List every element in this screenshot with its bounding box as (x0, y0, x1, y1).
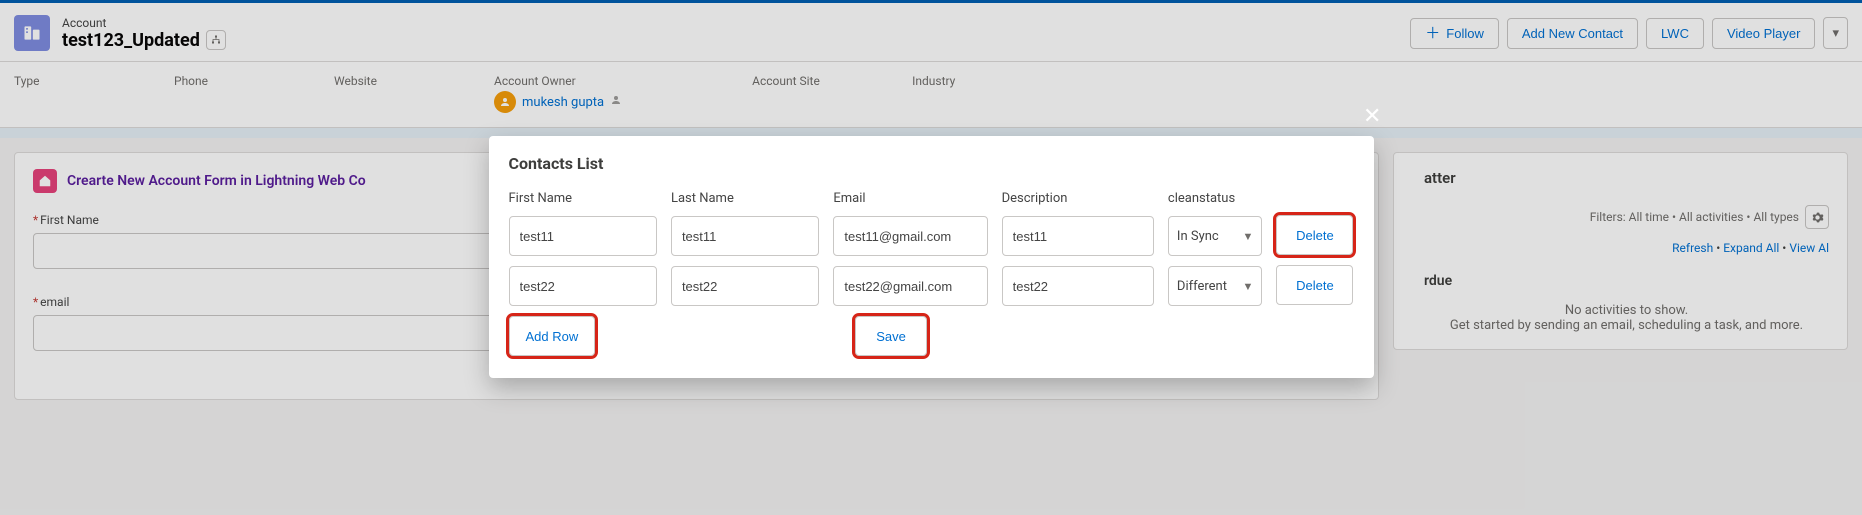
email-row0[interactable] (833, 216, 987, 256)
modal-title: Contacts List (509, 154, 1354, 173)
chevron-down-icon: ▼ (1242, 280, 1253, 293)
last-name-row1[interactable] (671, 266, 819, 306)
delete-row0-button[interactable]: Delete (1276, 215, 1353, 255)
cleanstatus-row1[interactable]: Different▼ (1168, 266, 1262, 306)
last-name-row0[interactable] (671, 216, 819, 256)
close-icon[interactable]: ✕ (1363, 104, 1381, 129)
description-row0[interactable] (1002, 216, 1154, 256)
delete-row1-button[interactable]: Delete (1276, 265, 1353, 305)
col-last-name: Last Name (671, 191, 819, 206)
modal-overlay: ✕ Contacts List First Name Last Name Ema… (0, 0, 1862, 515)
col-cleanstatus: cleanstatus (1168, 191, 1262, 206)
email-row1[interactable] (833, 266, 987, 306)
description-row1[interactable] (1002, 266, 1154, 306)
col-email: Email (833, 191, 987, 206)
first-name-row1[interactable] (509, 266, 657, 306)
first-name-row0[interactable] (509, 216, 657, 256)
col-description: Description (1002, 191, 1154, 206)
save-button[interactable]: Save (855, 316, 927, 356)
chevron-down-icon: ▼ (1242, 230, 1253, 243)
contacts-modal: Contacts List First Name Last Name Email… (489, 136, 1374, 378)
col-first-name: First Name (509, 191, 657, 206)
add-row-button[interactable]: Add Row (509, 316, 596, 356)
cleanstatus-row0[interactable]: In Sync▼ (1168, 216, 1262, 256)
